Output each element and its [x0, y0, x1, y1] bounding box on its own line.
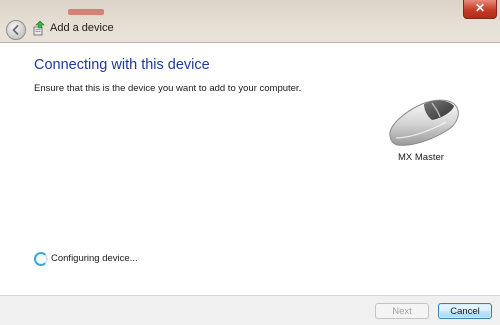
page-heading: Connecting with this device	[34, 57, 210, 73]
close-button[interactable]: ✕	[463, 0, 497, 19]
title-bar: ✕ Add a device	[0, 0, 500, 43]
add-device-window: ✕ Add a device Connecting with this devi…	[0, 0, 500, 325]
add-device-icon	[33, 20, 45, 36]
back-button[interactable]	[6, 20, 26, 40]
window-title: Add a device	[50, 22, 114, 34]
device-name: MX Master	[398, 152, 444, 163]
back-arrow-icon	[12, 25, 19, 35]
next-button[interactable]: Next	[375, 303, 429, 319]
instruction-text: Ensure that this is the device you want …	[34, 83, 302, 94]
title-bar-highlight	[68, 9, 104, 15]
mouse-icon	[389, 99, 459, 146]
cancel-button[interactable]: Cancel	[438, 303, 492, 319]
spinner-icon	[34, 252, 48, 266]
status-text: Configuring device...	[51, 253, 138, 264]
